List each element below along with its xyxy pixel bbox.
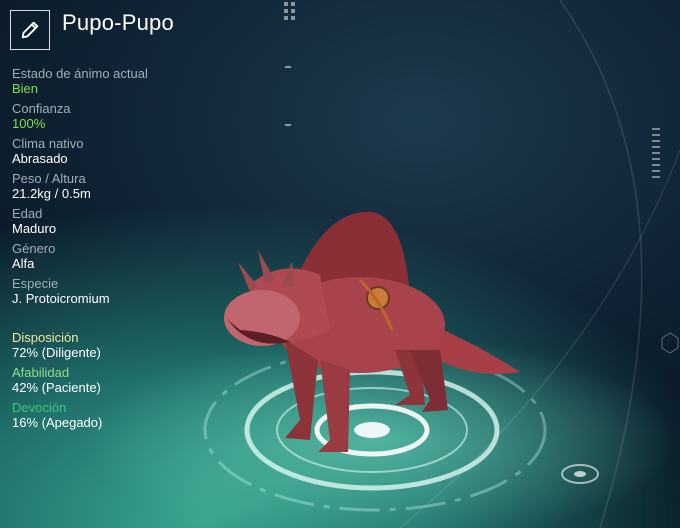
stat-age: Edad Maduro (12, 206, 242, 237)
stat-value: 100% (12, 116, 46, 131)
stat-label: Estado de ánimo actual (12, 66, 148, 81)
stat-value: 21.2kg / 0.5m (12, 186, 91, 201)
trait-label-affability: Afabilidad (12, 365, 70, 380)
stat-gender: Género Alfa (12, 241, 242, 272)
trait-value-devotion: 16% (Apegado) (12, 415, 103, 430)
stat-label: Género (12, 241, 56, 256)
stat-value: Abrasado (12, 151, 68, 166)
stat-species: Especie J. Protoicromium (12, 276, 242, 307)
stat-weight-height: Peso / Altura 21.2kg / 0.5m (12, 171, 242, 202)
pet-traits-panel: Disposición 72% (Diligente) Afabilidad 4… (12, 330, 242, 435)
pencil-icon (21, 21, 39, 39)
stat-label: Peso / Altura (12, 171, 86, 186)
trait-value-affability: 42% (Paciente) (12, 380, 101, 395)
stat-mood: Estado de ánimo actual Bien (12, 66, 242, 97)
trait-label-devotion: Devoción (12, 400, 67, 415)
trait-label-disposition: Disposición (12, 330, 79, 345)
stat-value: Bien (12, 81, 39, 96)
stat-label: Especie (12, 276, 59, 291)
pet-name: Pupo-Pupo (62, 10, 174, 35)
stat-label: Confianza (12, 101, 71, 116)
trait-value-disposition: 72% (Diligente) (12, 345, 101, 360)
stat-value: J. Protoicromium (12, 291, 110, 306)
stat-label: Clima nativo (12, 136, 84, 151)
stat-trust: Confianza 100% (12, 101, 242, 132)
pet-creature (224, 211, 520, 452)
edit-name-button[interactable] (10, 10, 50, 50)
stat-value: Alfa (12, 256, 35, 271)
stat-value: Maduro (12, 221, 57, 236)
stat-climate: Clima nativo Abrasado (12, 136, 242, 167)
platform-rings (203, 348, 599, 512)
stat-label: Edad (12, 206, 43, 221)
pet-stats-panel: Estado de ánimo actual Bien Confianza 10… (12, 66, 242, 311)
